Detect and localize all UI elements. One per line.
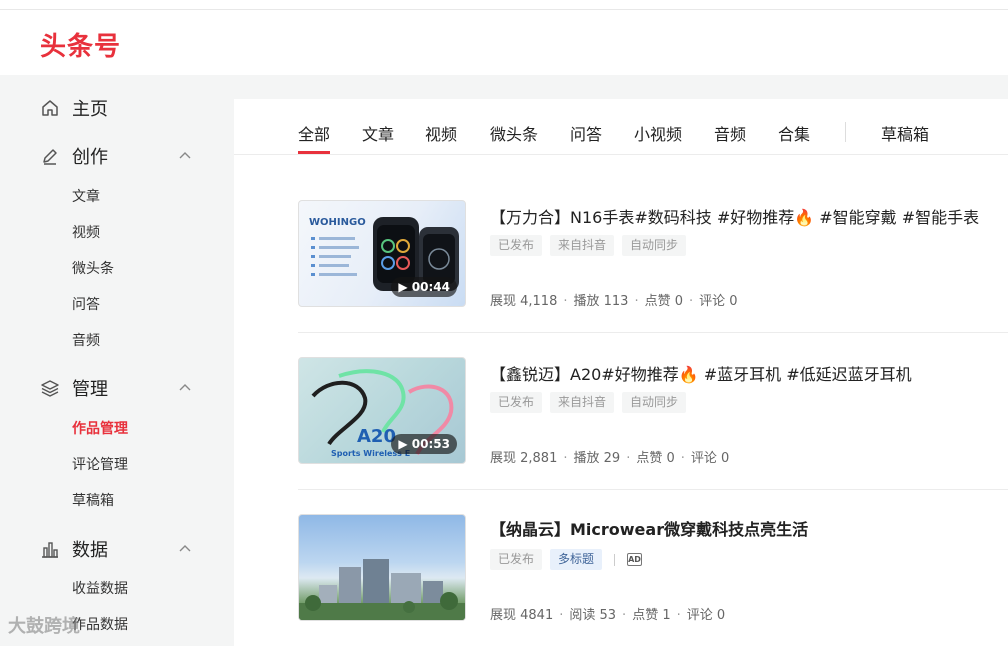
chevron-up-icon[interactable] [178, 542, 192, 556]
list-item: 【纳晶云】Microwear微穿戴科技点亮生活 已发布 多标题 AD 展现 48… [298, 489, 1008, 646]
article-thumbnail[interactable] [298, 514, 466, 621]
video-thumbnail[interactable]: WOHINGO ▶ 00:44 [298, 200, 466, 307]
stat-comments: 评论 0 [686, 608, 726, 623]
stat-likes: 点赞 1 [632, 608, 671, 623]
source-badge: 来自抖音 [550, 235, 615, 256]
tab-short-video[interactable]: 小视频 [634, 121, 682, 145]
content-panel: 全部 文章 视频 微头条 问答 小视频 音频 合集 草稿箱 WOHINGO ▶ … [234, 99, 1008, 646]
sidebar-item-label: 主页 [72, 99, 108, 120]
logo[interactable]: 头条号 [40, 26, 121, 63]
source-badge: 来自抖音 [550, 392, 615, 413]
sidebar-item-revenue-data[interactable]: 收益数据 [72, 578, 128, 598]
stat-reads: 阅读 53 [569, 608, 617, 623]
item-stats: 展现 4841 · 阅读 53 · 点赞 1 · 评论 0 [490, 608, 726, 623]
active-tab-indicator [298, 151, 330, 154]
sidebar-group-label: 创作 [72, 147, 108, 168]
status-badge: 已发布 [490, 549, 543, 570]
item-title[interactable]: 【纳晶云】Microwear微穿戴科技点亮生活 [490, 516, 808, 540]
sidebar-item-article[interactable]: 文章 [72, 186, 100, 206]
svg-text:WOHINGO: WOHINGO [309, 217, 366, 228]
stat-comments: 评论 0 [699, 294, 738, 309]
chevron-up-icon[interactable] [178, 381, 192, 395]
list-item: A20 Sports Wireless E ▶ 00:53 【鑫锐迈】A20#好… [298, 332, 1008, 489]
sidebar-group-create[interactable]: 创作 [0, 139, 234, 173]
stat-likes: 点赞 0 [644, 294, 683, 309]
chevron-up-icon[interactable] [178, 149, 192, 163]
sidebar-group-label: 管理 [72, 379, 108, 400]
tab-bar: 全部 文章 视频 微头条 问答 小视频 音频 合集 草稿箱 [234, 99, 1008, 155]
sidebar-item-micro-post[interactable]: 微头条 [72, 258, 114, 278]
tab-qa[interactable]: 问答 [570, 121, 602, 145]
video-thumbnail[interactable]: A20 Sports Wireless E ▶ 00:53 [298, 357, 466, 464]
multi-title-badge[interactable]: 多标题 [550, 549, 603, 570]
home-icon [42, 100, 58, 116]
status-badge: 已发布 [490, 392, 543, 413]
stat-comments: 评论 0 [690, 451, 730, 466]
tab-audio[interactable]: 音频 [714, 121, 746, 145]
video-duration: ▶ 00:44 [391, 277, 457, 297]
header: 头条号 [0, 10, 1008, 75]
thumbnail-image [299, 559, 465, 620]
tab-all[interactable]: 全部 [298, 121, 330, 145]
stat-impressions: 展现 4841 [490, 608, 554, 623]
tab-micro-post[interactable]: 微头条 [490, 121, 538, 145]
sidebar-item-drafts[interactable]: 草稿箱 [72, 490, 114, 510]
tab-divider [845, 122, 846, 142]
sidebar-item-home[interactable]: 主页 [0, 91, 234, 125]
stat-plays: 播放 113 [573, 294, 629, 309]
sidebar-item-comments-manage[interactable]: 评论管理 [72, 454, 128, 474]
sync-badge: 自动同步 [622, 392, 687, 413]
sidebar-group-manage[interactable]: 管理 [0, 371, 234, 405]
sidebar-item-video[interactable]: 视频 [72, 222, 100, 242]
tab-video[interactable]: 视频 [425, 121, 457, 145]
bar-chart-icon [42, 542, 58, 558]
ad-icon: AD [627, 553, 642, 566]
status-badge: 已发布 [490, 235, 543, 256]
watermark: 大鼓跨境 [8, 616, 80, 637]
list-item: WOHINGO ▶ 00:44 【万力合】N16手表#数码科技 #好物推荐🔥 #… [298, 176, 1008, 333]
sidebar-item-qa[interactable]: 问答 [72, 294, 100, 314]
svg-text:A20: A20 [357, 426, 396, 447]
sidebar-item-audio[interactable]: 音频 [72, 330, 100, 350]
layers-icon [41, 380, 59, 397]
stat-impressions: 展现 4,118 [490, 294, 558, 309]
stat-impressions: 展现 2,881 [490, 451, 558, 466]
item-stats: 展现 2,881 · 播放 29 · 点赞 0 · 评论 0 [490, 451, 730, 466]
video-duration: ▶ 00:53 [391, 434, 457, 454]
stat-likes: 点赞 0 [636, 451, 675, 466]
tab-drafts[interactable]: 草稿箱 [881, 121, 929, 145]
divider [614, 554, 615, 566]
tab-article[interactable]: 文章 [362, 121, 394, 145]
item-stats: 展现 4,118 · 播放 113 · 点赞 0 · 评论 0 [490, 294, 738, 309]
sync-badge: 自动同步 [622, 235, 687, 256]
sidebar: 主页 创作 文章 视频 微头条 问答 音频 管理 作品管理 评论管理 草稿箱 数… [0, 75, 234, 646]
sidebar-group-label: 数据 [72, 540, 108, 561]
sidebar-item-works-manage[interactable]: 作品管理 [72, 418, 128, 438]
item-title[interactable]: 【万力合】N16手表#数码科技 #好物推荐🔥 #智能穿戴 #智能手表 [490, 204, 979, 228]
top-border [0, 0, 1008, 10]
sidebar-item-works-data[interactable]: 作品数据 [72, 614, 128, 634]
sidebar-group-data[interactable]: 数据 [0, 532, 234, 566]
tab-collection[interactable]: 合集 [778, 121, 810, 145]
item-title[interactable]: 【鑫锐迈】A20#好物推荐🔥 #蓝牙耳机 #低延迟蓝牙耳机 [490, 361, 912, 385]
stat-plays: 播放 29 [573, 451, 621, 466]
pencil-icon [43, 149, 57, 165]
